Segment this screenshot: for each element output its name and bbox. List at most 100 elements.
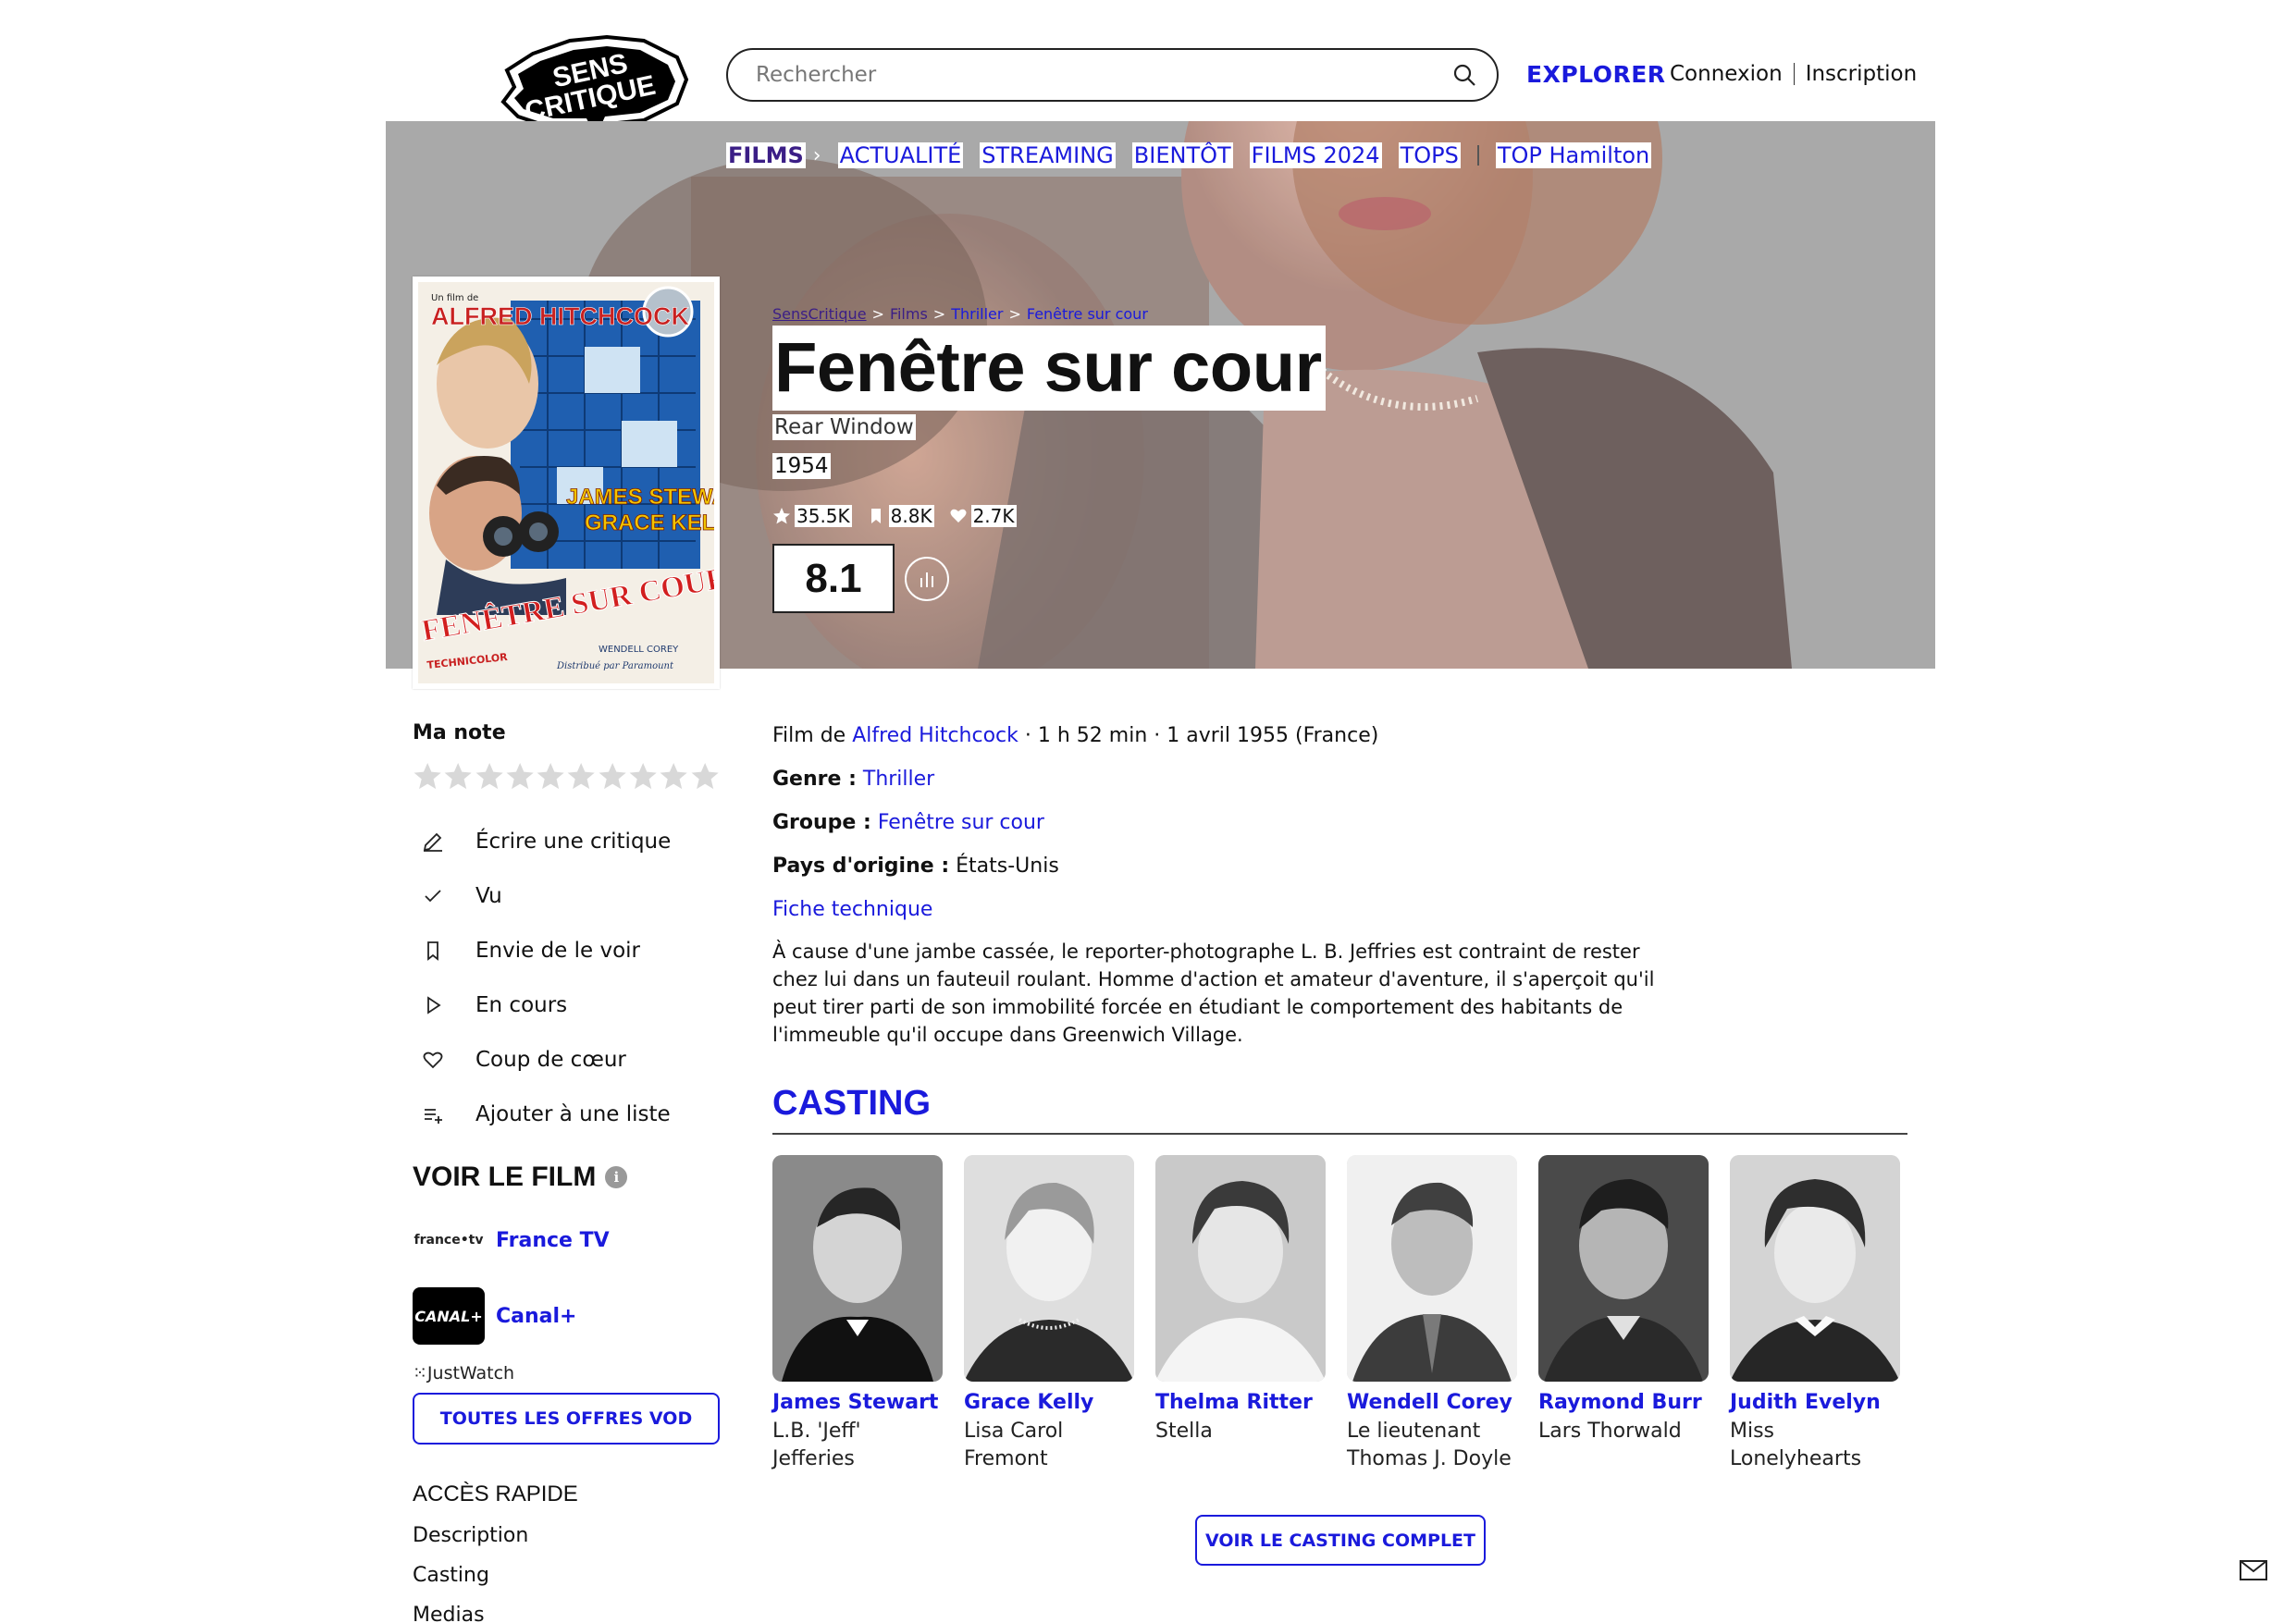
actor-role: Lars Thorwald xyxy=(1538,1420,1682,1443)
casting-heading: CASTING xyxy=(772,1084,931,1123)
meta-prefix: Film de xyxy=(772,724,853,747)
nav-films[interactable]: FILMS xyxy=(726,142,806,168)
heart-icon xyxy=(423,1051,443,1068)
nav-films-2024[interactable]: FILMS 2024 xyxy=(1249,142,1382,168)
action-in-progress[interactable]: En cours xyxy=(413,977,720,1032)
actor-name[interactable]: Raymond Burr xyxy=(1538,1391,1709,1414)
rating-distribution-button[interactable] xyxy=(905,557,949,601)
quick-access-heading: ACCÈS RAPIDE xyxy=(413,1482,578,1506)
quick-link-medias[interactable]: Medias xyxy=(413,1604,720,1623)
group-link[interactable]: Fenêtre sur cour xyxy=(878,811,1044,834)
cast-card[interactable]: Raymond Burr Lars Thorwald xyxy=(1538,1155,1709,1473)
casting-divider xyxy=(772,1133,1907,1135)
star-icon[interactable] xyxy=(475,761,504,792)
nav-top-hamilton[interactable]: TOP Hamilton xyxy=(1495,142,1652,168)
justwatch-label: JustWatch xyxy=(426,1363,515,1383)
meta-suffix: · 1 h 52 min · 1 avril 1955 (France) xyxy=(1018,724,1379,747)
bookmark-icon xyxy=(427,941,438,961)
login-link[interactable]: Connexion xyxy=(1670,62,1783,86)
nav-tops[interactable]: TOPS xyxy=(1398,142,1461,168)
nav-bientot[interactable]: BIENTÔT xyxy=(1131,142,1233,168)
poster-director: ALFRED HITCHCOCK xyxy=(431,302,689,330)
ratings-count: 35.5K xyxy=(795,505,852,527)
star-icon[interactable] xyxy=(690,761,720,792)
provider-name[interactable]: Canal+ xyxy=(496,1305,576,1328)
actor-name[interactable]: Grace Kelly xyxy=(964,1391,1134,1414)
nav-actualite[interactable]: ACTUALITÉ xyxy=(837,142,964,168)
technical-sheet-link[interactable]: Fiche technique xyxy=(772,895,1910,925)
breadcrumb-current[interactable]: Fenêtre sur cour xyxy=(1027,305,1148,323)
explorer-link[interactable]: EXPLORER xyxy=(1526,61,1666,88)
cast-card[interactable]: Grace Kelly Lisa Carol Fremont xyxy=(964,1155,1134,1473)
quick-link-description[interactable]: Description xyxy=(413,1524,720,1547)
actor-name[interactable]: Judith Evelyn xyxy=(1730,1391,1900,1414)
star-icon[interactable] xyxy=(505,761,535,792)
star-icon[interactable] xyxy=(443,761,473,792)
cast-card[interactable]: Thelma Ritter Stella xyxy=(1155,1155,1326,1473)
canal-plus-logo: CANAL+ xyxy=(413,1287,485,1345)
director-link[interactable]: Alfred Hitchcock xyxy=(852,724,1018,747)
bar-chart-icon xyxy=(920,572,933,587)
hero-nav: FILMS › ACTUALITÉ STREAMING BIENTÔT FILM… xyxy=(726,142,1652,168)
star-icon[interactable] xyxy=(628,761,658,792)
search-icon[interactable] xyxy=(1450,61,1478,89)
watch-film-title: VOIR LE FILM xyxy=(413,1162,597,1192)
actor-photo[interactable] xyxy=(1155,1155,1326,1382)
actor-photo[interactable] xyxy=(1538,1155,1709,1382)
search-bar[interactable] xyxy=(726,48,1499,102)
action-label: Envie de le voir xyxy=(475,938,641,963)
nav-streaming[interactable]: STREAMING xyxy=(980,142,1116,168)
genre-row: Genre : Thriller xyxy=(772,765,1910,794)
actor-photo[interactable] xyxy=(1347,1155,1517,1382)
star-icon[interactable] xyxy=(536,761,565,792)
full-casting-button[interactable]: VOIR LE CASTING COMPLET xyxy=(1195,1515,1486,1566)
breadcrumb-senscritique[interactable]: SensCritique xyxy=(772,305,867,323)
group-label: Groupe : xyxy=(772,811,871,834)
rating-stars[interactable] xyxy=(413,761,720,792)
page-title: Fenêtre sur cour xyxy=(772,326,1326,411)
info-icon[interactable]: i xyxy=(605,1166,628,1188)
quick-link-casting[interactable]: Casting xyxy=(413,1564,720,1587)
action-favorite[interactable]: Coup de cœur xyxy=(413,1032,720,1087)
contact-mail-icon[interactable] xyxy=(2239,1559,2268,1581)
actor-name[interactable]: Wendell Corey xyxy=(1347,1391,1517,1414)
film-poster[interactable]: Un film de ALFRED HITCHCOCK JAMES STEWAR… xyxy=(413,277,758,689)
film-stats: 35.5K 8.8K 2.7K xyxy=(772,505,1017,527)
wishes-stat: 8.8K xyxy=(867,505,934,527)
action-seen[interactable]: Vu xyxy=(413,868,720,923)
breadcrumb-separator: > xyxy=(932,305,946,323)
provider-name[interactable]: France TV xyxy=(496,1229,610,1252)
breadcrumb-films[interactable]: Films xyxy=(890,305,928,323)
actor-name[interactable]: James Stewart xyxy=(772,1391,943,1414)
action-want-to-see[interactable]: Envie de le voir xyxy=(413,923,720,977)
breadcrumb-thriller[interactable]: Thriller xyxy=(951,305,1003,323)
action-write-review[interactable]: Écrire une critique xyxy=(413,814,720,868)
star-icon[interactable] xyxy=(598,761,627,792)
provider-france-tv[interactable]: france•tv France TV xyxy=(413,1211,720,1269)
star-icon[interactable] xyxy=(413,761,442,792)
bookmark-icon xyxy=(870,509,881,523)
actor-name[interactable]: Thelma Ritter xyxy=(1155,1391,1326,1414)
star-icon[interactable] xyxy=(659,761,688,792)
film-details: Film de Alfred Hitchcock · 1 h 52 min · … xyxy=(772,721,1910,1473)
provider-canal-plus[interactable]: CANAL+ Canal+ xyxy=(413,1287,720,1345)
cast-card[interactable]: Judith Evelyn Miss Lonelyhearts xyxy=(1730,1155,1900,1473)
star-icon xyxy=(773,508,790,524)
action-add-to-list[interactable]: Ajouter à une liste xyxy=(413,1087,720,1141)
actor-photo[interactable] xyxy=(1730,1155,1900,1382)
all-vod-offers-button[interactable]: TOUTES LES OFFRES VOD xyxy=(413,1393,720,1445)
justwatch-credit[interactable]: ⁙JustWatch xyxy=(413,1363,720,1383)
signup-link[interactable]: Inscription xyxy=(1806,62,1918,86)
genre-link[interactable]: Thriller xyxy=(863,768,934,791)
actor-photo[interactable] xyxy=(964,1155,1134,1382)
poster-distrib: Distribué par Paramount xyxy=(556,661,674,671)
cast-card[interactable]: James Stewart L.B. 'Jeff' Jefferies xyxy=(772,1155,943,1473)
cast-card[interactable]: Wendell Corey Le lieutenant Thomas J. Do… xyxy=(1347,1155,1517,1473)
actor-photo[interactable] xyxy=(772,1155,943,1382)
original-title: Rear Window xyxy=(772,414,916,440)
search-input[interactable] xyxy=(756,63,1450,87)
check-icon xyxy=(425,889,441,902)
star-icon[interactable] xyxy=(566,761,596,792)
country-label: Pays d'origine : xyxy=(772,855,950,878)
watch-film-heading: VOIR LE FILM i xyxy=(413,1162,720,1193)
